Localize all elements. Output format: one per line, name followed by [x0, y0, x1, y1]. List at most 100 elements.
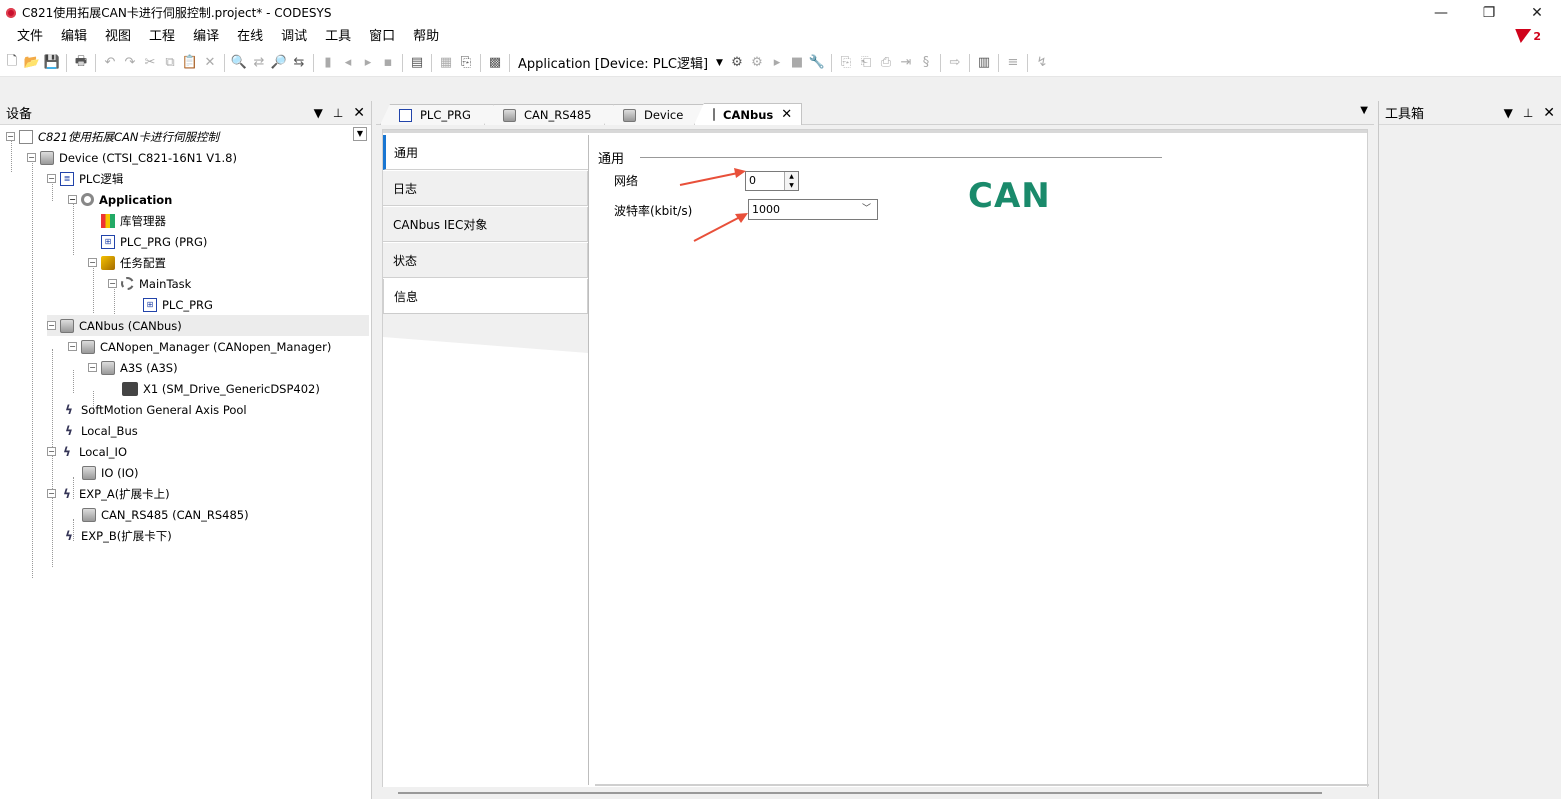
tree-node-canopen-manager[interactable]: − CANopen_Manager (CANopen_Manager): [68, 336, 331, 357]
force-values-icon[interactable]: ≡: [1003, 53, 1023, 73]
subtab-iec-objects[interactable]: CANbus IEC对象: [383, 207, 588, 242]
stop-icon[interactable]: ■: [787, 53, 807, 73]
panel-close-icon[interactable]: ✕: [1543, 105, 1555, 121]
login-icon[interactable]: ⚙: [727, 53, 747, 73]
spin-arrows-icon[interactable]: ▲ ▼: [784, 172, 798, 190]
collapse-icon[interactable]: −: [88, 258, 97, 267]
delete-icon[interactable]: ✕: [200, 53, 220, 73]
tree-node-axis-pool[interactable]: ϟ SoftMotion General Axis Pool: [62, 399, 247, 420]
bookmark-icon[interactable]: ▮: [318, 53, 338, 73]
collapse-icon[interactable]: −: [27, 153, 36, 162]
tab-can-rs485[interactable]: CAN_RS485: [484, 104, 614, 125]
run-to-cursor-icon[interactable]: ⇥: [896, 53, 916, 73]
collapse-icon[interactable]: −: [47, 321, 56, 330]
tab-plc-prg[interactable]: PLC_PRG: [380, 104, 494, 125]
unforce-icon[interactable]: ↯: [1032, 53, 1052, 73]
tree-node-library-manager[interactable]: 库管理器: [101, 210, 166, 231]
reset-icon[interactable]: 🔧: [807, 53, 827, 73]
menu-online[interactable]: 在线: [228, 25, 272, 49]
step-out-icon[interactable]: ⎙: [876, 53, 896, 73]
build-icon[interactable]: ▦: [436, 53, 456, 73]
subtab-status[interactable]: 状态: [383, 243, 588, 278]
logout-icon[interactable]: ⚙: [747, 53, 767, 73]
subtab-log[interactable]: 日志: [383, 171, 588, 206]
menu-window[interactable]: 窗口: [360, 25, 404, 49]
step-over-icon[interactable]: ⎘: [836, 53, 856, 73]
message-alert-indicator[interactable]: 2: [1513, 29, 1541, 43]
tree-node-maintask[interactable]: − MainTask: [108, 273, 191, 294]
tree-node-plc-prg[interactable]: ⊞ PLC_PRG (PRG): [101, 231, 207, 252]
tree-node-exp-b[interactable]: ϟ EXP_B(扩展卡下): [62, 525, 172, 546]
step-into-icon[interactable]: ⎗: [856, 53, 876, 73]
tab-canbus[interactable]: CANbus ✕: [694, 103, 802, 125]
menu-tools[interactable]: 工具: [316, 25, 360, 49]
pin-icon[interactable]: ⊥: [333, 106, 343, 120]
collapse-icon[interactable]: −: [108, 279, 117, 288]
print-icon[interactable]: 🖶: [71, 53, 91, 73]
panel-menu-icon[interactable]: ▼: [1504, 106, 1513, 120]
menu-edit[interactable]: 编辑: [52, 25, 96, 49]
breakpoint-icon[interactable]: §: [916, 53, 936, 73]
bookmark-clear-icon[interactable]: ▪: [378, 53, 398, 73]
pin-icon[interactable]: ⊥: [1523, 106, 1533, 120]
collapse-icon[interactable]: −: [88, 363, 97, 372]
minimize-button[interactable]: —: [1417, 0, 1465, 25]
active-application-label[interactable]: Application [Device: PLC逻辑]: [514, 53, 712, 72]
tab-device[interactable]: Device: [604, 104, 704, 125]
redo-icon[interactable]: ↷: [120, 53, 140, 73]
collapse-icon[interactable]: −: [68, 342, 77, 351]
menu-help[interactable]: 帮助: [404, 25, 448, 49]
tree-node-a3s[interactable]: − A3S (A3S): [88, 357, 178, 378]
write-values-icon[interactable]: ▥: [974, 53, 994, 73]
undo-icon[interactable]: ↶: [100, 53, 120, 73]
panel-close-icon[interactable]: ✕: [353, 105, 365, 121]
tree-node-local-io[interactable]: − ϟ Local_IO: [47, 441, 127, 462]
horizontal-scrollbar[interactable]: [382, 787, 1368, 799]
tree-node-canbus[interactable]: − CANbus (CANbus): [47, 315, 369, 336]
tree-node-device[interactable]: − Device (CTSI_C821-16N1 V1.8): [27, 147, 237, 168]
menu-project[interactable]: 工程: [140, 25, 184, 49]
next-statement-icon[interactable]: ⇨: [945, 53, 965, 73]
collapse-icon[interactable]: −: [47, 174, 56, 183]
subtab-general[interactable]: 通用: [383, 135, 588, 170]
bookmark-next-icon[interactable]: ▸: [358, 53, 378, 73]
chevron-down-icon[interactable]: ▼: [716, 58, 723, 68]
cut-icon[interactable]: ✂: [140, 53, 160, 73]
tab-list-dropdown-icon[interactable]: ▼: [1360, 105, 1368, 116]
menu-file[interactable]: 文件: [8, 25, 52, 49]
tree-node-plc-prg-call[interactable]: ⊞ PLC_PRG: [143, 294, 213, 315]
menu-build[interactable]: 编译: [184, 25, 228, 49]
tree-node-project[interactable]: − C821使用拓展CAN卡进行伺服控制: [6, 126, 219, 147]
menu-debug[interactable]: 调试: [272, 25, 316, 49]
bookmark-prev-icon[interactable]: ◂: [338, 53, 358, 73]
close-window-button[interactable]: ✕: [1513, 0, 1561, 25]
application-select-icon[interactable]: ▩: [485, 53, 505, 73]
tree-node-exp-a[interactable]: − ϟ EXP_A(扩展卡上): [47, 483, 170, 504]
subtab-info[interactable]: 信息: [383, 279, 588, 314]
paste-icon[interactable]: 📋: [180, 53, 200, 73]
window-list-icon[interactable]: ▤: [407, 53, 427, 73]
tree-node-task-config[interactable]: − 任务配置: [88, 252, 166, 273]
find-next-icon[interactable]: 🔎: [269, 53, 289, 73]
panel-menu-icon[interactable]: ▼: [314, 106, 323, 120]
tree-node-plc-logic[interactable]: − ≣ PLC逻辑: [47, 168, 123, 189]
tree-node-application[interactable]: − Application: [68, 189, 172, 210]
save-icon[interactable]: 💾: [42, 53, 62, 73]
find-replace-icon[interactable]: ⇆: [289, 53, 309, 73]
replace-icon[interactable]: ⇄: [249, 53, 269, 73]
new-project-icon[interactable]: 🗋: [2, 53, 22, 73]
open-project-icon[interactable]: 📂: [22, 53, 42, 73]
export-icon[interactable]: ⎘: [456, 53, 476, 73]
tree-node-x1-drive[interactable]: X1 (SM_Drive_GenericDSP402): [122, 378, 320, 399]
baudrate-select[interactable]: 1000 ﹀: [748, 199, 878, 220]
tree-node-io[interactable]: IO (IO): [82, 462, 139, 483]
collapse-icon[interactable]: −: [6, 132, 15, 141]
tab-close-icon[interactable]: ✕: [781, 107, 792, 122]
tree-node-can-rs485[interactable]: CAN_RS485 (CAN_RS485): [82, 504, 249, 525]
tree-dropdown-button[interactable]: ▼: [353, 127, 367, 141]
menu-view[interactable]: 视图: [96, 25, 140, 49]
restore-button[interactable]: ❐: [1465, 0, 1513, 25]
find-icon[interactable]: 🔍: [229, 53, 249, 73]
scrollbar-thumb[interactable]: [398, 792, 1322, 794]
network-spinbox[interactable]: 0 ▲ ▼: [745, 171, 799, 191]
